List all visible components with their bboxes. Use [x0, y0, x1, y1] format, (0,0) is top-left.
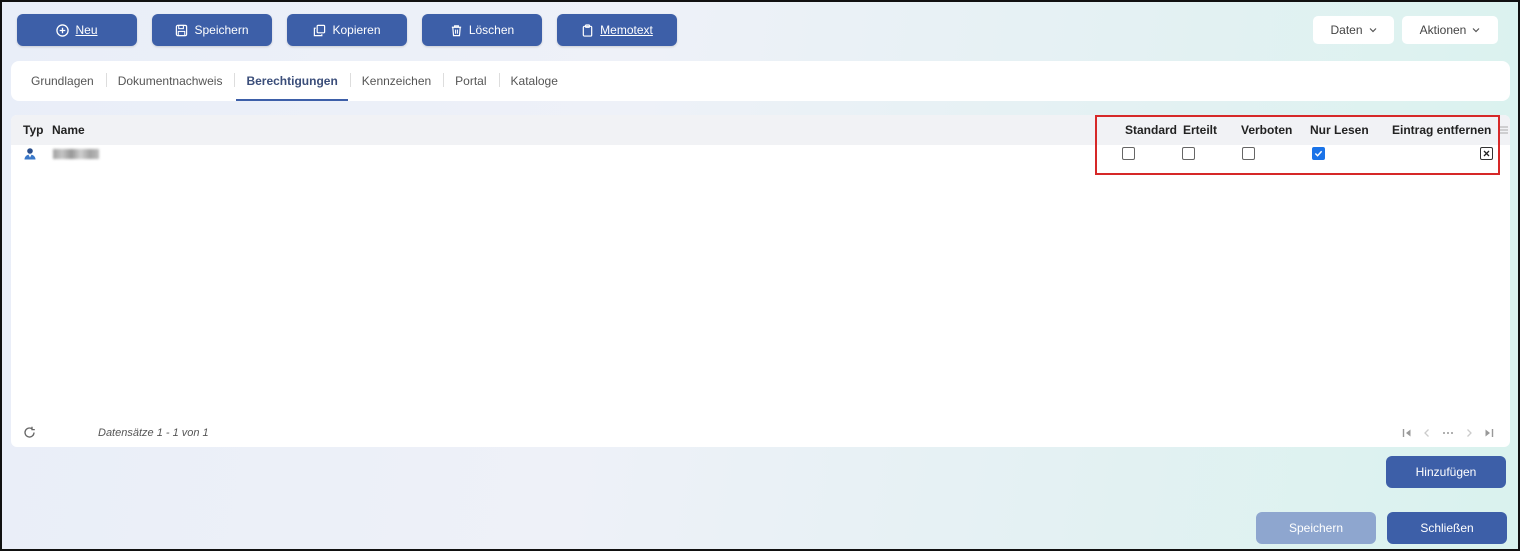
first-page-icon[interactable]: [1402, 427, 1412, 441]
forbidden-checkbox[interactable]: [1242, 147, 1255, 160]
add-button[interactable]: Hinzufügen: [1386, 456, 1506, 488]
column-granted[interactable]: Erteilt: [1183, 123, 1217, 137]
permissions-grid: Typ Name Standard Erteilt Verboten Nur L…: [11, 115, 1510, 447]
column-name[interactable]: Name: [52, 123, 85, 137]
memo-button[interactable]: Memotext: [557, 14, 677, 46]
close-icon: [1483, 150, 1490, 157]
column-remove[interactable]: Eintrag entfernen: [1392, 123, 1491, 137]
tab-kataloge[interactable]: Kataloge: [498, 61, 570, 101]
tab-grundlagen[interactable]: Grundlagen: [11, 61, 106, 101]
more-pages-icon[interactable]: [1442, 427, 1454, 441]
actions-menu-label: Aktionen: [1419, 23, 1467, 37]
table-row[interactable]: [11, 145, 1510, 163]
new-button-label: Neu: [75, 23, 98, 37]
save-button[interactable]: Speichern: [1256, 512, 1376, 544]
user-icon: [23, 147, 37, 163]
data-menu-label: Daten: [1330, 23, 1363, 37]
remove-entry-button[interactable]: [1480, 147, 1493, 160]
top-menu: Daten Aktionen: [1313, 16, 1498, 44]
toolbar: Neu Speichern Kopieren Löschen Memotext: [17, 14, 677, 46]
save-toolbar-button-label: Speichern: [194, 23, 249, 37]
column-forbidden[interactable]: Verboten: [1241, 123, 1292, 137]
pager: [1402, 427, 1494, 441]
close-button[interactable]: Schließen: [1387, 512, 1507, 544]
tab-berechtigungen[interactable]: Berechtigungen: [234, 61, 349, 101]
refresh-icon[interactable]: [23, 426, 36, 442]
column-standard[interactable]: Standard: [1125, 123, 1177, 137]
delete-button[interactable]: Löschen: [422, 14, 542, 46]
plus-circle-icon: [56, 23, 70, 37]
data-menu-button[interactable]: Daten: [1313, 16, 1394, 44]
row-name-redacted: [53, 149, 99, 159]
chevron-down-icon: [1472, 28, 1480, 33]
trash-icon: [451, 24, 461, 36]
tab-bar: Grundlagen Dokumentnachweis Berechtigung…: [11, 61, 1510, 101]
column-menu-icon[interactable]: [1499, 124, 1508, 138]
tab-kennzeichen[interactable]: Kennzeichen: [349, 61, 443, 101]
chevron-down-icon: [1369, 28, 1376, 33]
records-info: Datensätze 1 - 1 von 1: [98, 427, 209, 439]
grid-header: Typ Name Standard Erteilt Verboten Nur L…: [11, 115, 1510, 145]
readonly-checkbox[interactable]: [1312, 147, 1325, 160]
last-page-icon[interactable]: [1484, 427, 1494, 441]
standard-checkbox[interactable]: [1122, 147, 1135, 160]
column-type[interactable]: Typ: [23, 123, 43, 137]
prev-page-icon[interactable]: [1422, 427, 1432, 441]
tab-portal[interactable]: Portal: [443, 61, 498, 101]
save-toolbar-button[interactable]: Speichern: [152, 14, 272, 46]
memo-button-label: Memotext: [600, 23, 653, 37]
floppy-icon: [176, 24, 188, 36]
clipboard-icon: [582, 23, 593, 37]
copy-button[interactable]: Kopieren: [287, 14, 407, 46]
check-icon: [1314, 150, 1323, 157]
delete-button-label: Löschen: [468, 23, 515, 37]
grid-footer: Datensätze 1 - 1 von 1: [11, 423, 1510, 447]
copy-icon: [314, 24, 326, 36]
column-readonly[interactable]: Nur Lesen: [1310, 123, 1369, 137]
granted-checkbox[interactable]: [1182, 147, 1195, 160]
new-button[interactable]: Neu: [17, 14, 137, 46]
tab-dokumentnachweis[interactable]: Dokumentnachweis: [105, 61, 235, 101]
copy-button-label: Kopieren: [332, 23, 381, 37]
next-page-icon[interactable]: [1464, 427, 1474, 441]
actions-menu-button[interactable]: Aktionen: [1402, 16, 1498, 44]
